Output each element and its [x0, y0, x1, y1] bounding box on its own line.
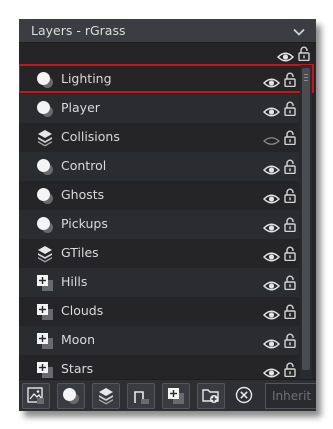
toggle-all-visibility-icon[interactable]	[276, 48, 295, 62]
unlock-icon[interactable]	[284, 159, 296, 175]
panel-title: Layers - rGrass	[31, 23, 126, 38]
unlock-icon[interactable]	[284, 304, 296, 320]
layer-name: Player	[61, 100, 100, 115]
background-layer-icon	[36, 303, 54, 321]
layer-row[interactable]: Ghosts	[19, 181, 299, 210]
layer-name: GTiles	[61, 245, 99, 260]
unlock-icon[interactable]	[284, 333, 296, 349]
background-layer-icon	[36, 332, 54, 350]
eye-icon[interactable]	[262, 74, 281, 88]
layer-row[interactable]: Lighting	[19, 65, 299, 94]
background-layer-icon	[36, 361, 54, 379]
tile-layer-icon	[36, 245, 54, 263]
instance-layer-icon	[36, 216, 54, 234]
scrollbar-grip	[304, 77, 308, 78]
add-path-layer-button[interactable]	[127, 383, 155, 409]
layer-list-scrollbar[interactable]	[300, 65, 312, 383]
layer-row[interactable]: Moon	[19, 326, 299, 355]
unlock-icon[interactable]	[284, 275, 296, 291]
unlock-icon[interactable]	[284, 362, 296, 378]
instance-layer-icon	[36, 158, 54, 176]
layer-row[interactable]: Pickups	[19, 210, 299, 239]
layer-row[interactable]: Player	[19, 94, 299, 123]
unlock-icon[interactable]	[284, 217, 296, 233]
eye-icon[interactable]	[262, 161, 281, 175]
layer-row[interactable]: Control	[19, 152, 299, 181]
inherit-layer-button[interactable]: Inherit	[265, 383, 316, 409]
layer-name: Hills	[61, 274, 88, 289]
layer-name: Pickups	[61, 216, 108, 231]
eye-icon[interactable]	[262, 335, 281, 349]
instance-layer-icon	[36, 187, 54, 205]
eye-icon[interactable]	[262, 364, 281, 378]
add-folder-button[interactable]	[197, 383, 225, 409]
scrollbar-thumb[interactable]	[302, 68, 310, 370]
add-asset-layer-button[interactable]	[162, 383, 190, 409]
unlock-icon[interactable]	[284, 246, 296, 262]
eye-hidden-icon[interactable]	[263, 132, 280, 145]
layer-name: Lighting	[61, 71, 112, 86]
unlock-icon[interactable]	[284, 130, 296, 146]
instance-layer-icon	[36, 100, 54, 118]
layer-row[interactable]: Clouds	[19, 297, 299, 326]
delete-layer-button[interactable]	[231, 383, 259, 409]
layers-toolbar: Inherit	[19, 379, 316, 411]
eye-icon[interactable]	[262, 219, 281, 233]
scrollbar-grip	[304, 74, 308, 75]
eye-icon[interactable]	[262, 103, 281, 117]
layer-name: Clouds	[61, 303, 104, 318]
tile-layer-icon	[36, 129, 54, 147]
add-instance-layer-button[interactable]	[57, 383, 85, 409]
eye-icon[interactable]	[262, 306, 281, 320]
add-background-layer-button[interactable]	[22, 383, 50, 409]
chevron-down-icon[interactable]	[292, 24, 306, 38]
eye-icon[interactable]	[262, 277, 281, 291]
eye-icon[interactable]	[262, 248, 281, 262]
layer-name: Stars	[61, 361, 94, 376]
layer-row[interactable]: Collisions	[19, 123, 299, 152]
instance-layer-icon	[36, 71, 54, 89]
layer-name: Collisions	[61, 129, 120, 144]
layer-row[interactable]: GTiles	[19, 239, 299, 268]
layer-name: Control	[61, 158, 107, 173]
scrollbar-grip	[304, 80, 308, 81]
unlock-icon[interactable]	[284, 101, 296, 117]
layer-list: Lighting Player Collisions Control Ghosts Pic…	[19, 65, 299, 383]
add-tile-layer-button[interactable]	[92, 383, 120, 409]
panel-titlebar[interactable]: Layers - rGrass	[19, 19, 316, 43]
unlock-icon[interactable]	[284, 72, 296, 88]
layer-name: Ghosts	[61, 187, 105, 202]
layers-header-row	[19, 43, 316, 65]
eye-icon[interactable]	[262, 190, 281, 204]
layer-row[interactable]: Hills	[19, 268, 299, 297]
background-layer-icon	[36, 274, 54, 292]
layers-panel: Layers - rGrass Lighting Player Collisions…	[19, 19, 316, 411]
layer-name: Moon	[61, 332, 96, 347]
toggle-all-lock-icon[interactable]	[298, 46, 310, 62]
unlock-icon[interactable]	[284, 188, 296, 204]
